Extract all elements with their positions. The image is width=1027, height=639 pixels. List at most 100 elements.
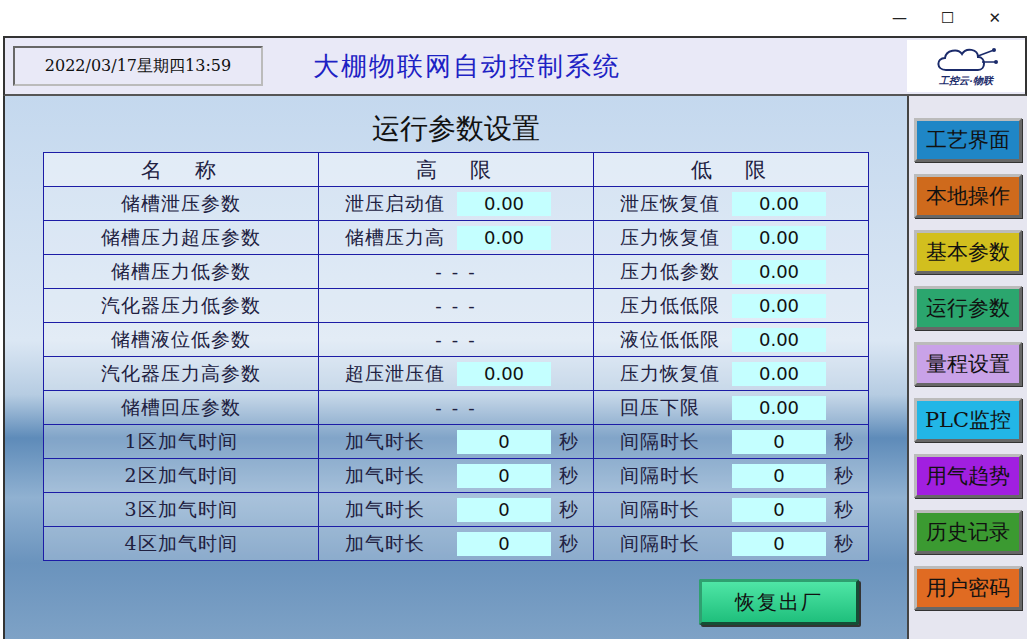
value-input[interactable]: 0: [732, 498, 826, 522]
field-label: 加气时长: [345, 531, 457, 557]
empty-mark: - - -: [319, 261, 593, 283]
unit-label: 秒: [834, 429, 853, 455]
table-row: 2区加气时间加气时长0秒间隔时长0秒: [44, 459, 869, 493]
table-row: 1区加气时间加气时长0秒间隔时长0秒: [44, 425, 869, 459]
sidebar-item[interactable]: 用气趋势: [914, 454, 1022, 498]
parameter-name: 汽化器压力高参数: [44, 357, 319, 391]
sidebar-item[interactable]: 历史记录: [914, 510, 1022, 554]
value-input[interactable]: 0.00: [457, 226, 551, 250]
limit-cell: 压力低低限0.00: [594, 289, 869, 323]
parameter-name: 储槽泄压参数: [44, 187, 319, 221]
cloud-icon: [934, 44, 998, 74]
parameter-name: 4区加气时间: [44, 527, 319, 561]
parameter-name: 1区加气时间: [44, 425, 319, 459]
sidebar: 工艺界面本地操作基本参数运行参数量程设置 PLC监控用气趋势历史记录用户密码: [907, 96, 1027, 639]
window-control[interactable]: ✕: [988, 9, 1001, 27]
field-label: 间隔时长: [620, 463, 732, 489]
unit-label: 秒: [834, 531, 853, 557]
unit-label: 秒: [834, 463, 853, 489]
value-input[interactable]: 0.00: [732, 192, 826, 216]
table-row: 储槽泄压参数泄压启动值0.00泄压恢复值0.00: [44, 187, 869, 221]
limit-cell: 加气时长0秒: [319, 459, 594, 493]
limit-cell: 加气时长0秒: [319, 493, 594, 527]
parameter-name: 储槽压力超压参数: [44, 221, 319, 255]
value-input[interactable]: 0.00: [732, 294, 826, 318]
value-input[interactable]: 0: [457, 532, 551, 556]
logo-text: 工控云·物联: [939, 74, 992, 88]
app-title: 大棚物联网自动控制系统: [263, 49, 907, 84]
sidebar-item[interactable]: 用户密码: [914, 566, 1022, 610]
sidebar-item[interactable]: 工艺界面: [914, 118, 1022, 162]
content: 运行参数设置名 称高 限低 限储槽泄压参数泄压启动值0.00泄压恢复值0.00储…: [3, 96, 1027, 639]
sidebar-item[interactable]: 本地操作: [914, 174, 1022, 218]
limit-cell: 泄压启动值0.00: [319, 187, 594, 221]
field-label: 压力恢复值: [620, 225, 732, 251]
limit-cell: 储槽压力高0.00: [319, 221, 594, 255]
parameter-name: 2区加气时间: [44, 459, 319, 493]
value-input[interactable]: 0.00: [732, 226, 826, 250]
value-input[interactable]: 0: [457, 430, 551, 454]
limit-cell: 液位低低限0.00: [594, 323, 869, 357]
value-input[interactable]: 0: [457, 464, 551, 488]
sidebar-item[interactable]: PLC监控: [914, 398, 1022, 442]
column-header: 低 限: [594, 153, 869, 187]
table-row: 3区加气时间加气时长0秒间隔时长0秒: [44, 493, 869, 527]
limit-cell: 加气时长0秒: [319, 527, 594, 561]
value-input[interactable]: 0: [457, 498, 551, 522]
value-input[interactable]: 0.00: [732, 396, 826, 420]
logo: 工控云·物联: [907, 40, 1025, 92]
unit-label: 秒: [834, 497, 853, 523]
field-label: 压力低低限: [620, 293, 732, 319]
reset-button[interactable]: 恢复出厂: [699, 579, 859, 625]
column-header: 名 称: [44, 153, 319, 187]
table-row: 4区加气时间加气时长0秒间隔时长0秒: [44, 527, 869, 561]
field-label: 超压泄压值: [345, 361, 457, 387]
limit-cell: 泄压恢复值0.00: [594, 187, 869, 221]
field-label: 液位低低限: [620, 327, 732, 353]
value-input[interactable]: 0: [732, 430, 826, 454]
limit-cell: - - -: [319, 289, 594, 323]
page-title: 运行参数设置: [372, 106, 540, 152]
window-control[interactable]: —: [892, 9, 907, 27]
parameter-panel: 运行参数设置名 称高 限低 限储槽泄压参数泄压启动值0.00泄压恢复值0.00储…: [3, 96, 907, 639]
header: 2022/03/17星期四13:59大棚物联网自动控制系统工控云·物联: [3, 36, 1027, 96]
value-input[interactable]: 0: [732, 532, 826, 556]
limit-cell: 超压泄压值0.00: [319, 357, 594, 391]
unit-label: 秒: [559, 463, 578, 489]
value-input[interactable]: 0.00: [732, 362, 826, 386]
datetime: 2022/03/17星期四13:59: [13, 46, 263, 86]
empty-mark: - - -: [319, 397, 593, 419]
parameter-name: 3区加气时间: [44, 493, 319, 527]
empty-mark: - - -: [319, 295, 593, 317]
value-input[interactable]: 0: [732, 464, 826, 488]
field-label: 间隔时长: [620, 429, 732, 455]
parameter-name: 储槽液位低参数: [44, 323, 319, 357]
empty-mark: - - -: [319, 329, 593, 351]
table-row: 储槽液位低参数- - -液位低低限0.00: [44, 323, 869, 357]
table-row: 储槽回压参数- - -回压下限0.00: [44, 391, 869, 425]
table-row: 储槽压力超压参数储槽压力高0.00压力恢复值0.00: [44, 221, 869, 255]
limit-cell: 加气时长0秒: [319, 425, 594, 459]
sidebar-item[interactable]: 基本参数: [914, 230, 1022, 274]
value-input[interactable]: 0.00: [732, 328, 826, 352]
limit-cell: 间隔时长0秒: [594, 459, 869, 493]
field-label: 加气时长: [345, 429, 457, 455]
value-input[interactable]: 0.00: [457, 362, 551, 386]
sidebar-item[interactable]: 运行参数: [914, 286, 1022, 330]
app-window: — ☐ ✕ 2022/03/17星期四13:59大棚物联网自动控制系统工控云·物联运行…: [0, 0, 1027, 639]
unit-label: 秒: [559, 497, 578, 523]
limit-cell: - - -: [319, 323, 594, 357]
sidebar-item[interactable]: 量程设置: [914, 342, 1022, 386]
field-label: 加气时长: [345, 497, 457, 523]
field-label: 储槽压力高: [345, 225, 457, 251]
limit-cell: 压力恢复值0.00: [594, 357, 869, 391]
field-label: 泄压启动值: [345, 191, 457, 217]
value-input[interactable]: 0.00: [732, 260, 826, 284]
field-label: 压力恢复值: [620, 361, 732, 387]
limit-cell: 压力低参数0.00: [594, 255, 869, 289]
value-input[interactable]: 0.00: [457, 192, 551, 216]
table-row: 汽化器压力低参数- - -压力低低限0.00: [44, 289, 869, 323]
window-control[interactable]: ☐: [941, 9, 954, 27]
parameter-name: 储槽回压参数: [44, 391, 319, 425]
limit-cell: 压力恢复值0.00: [594, 221, 869, 255]
